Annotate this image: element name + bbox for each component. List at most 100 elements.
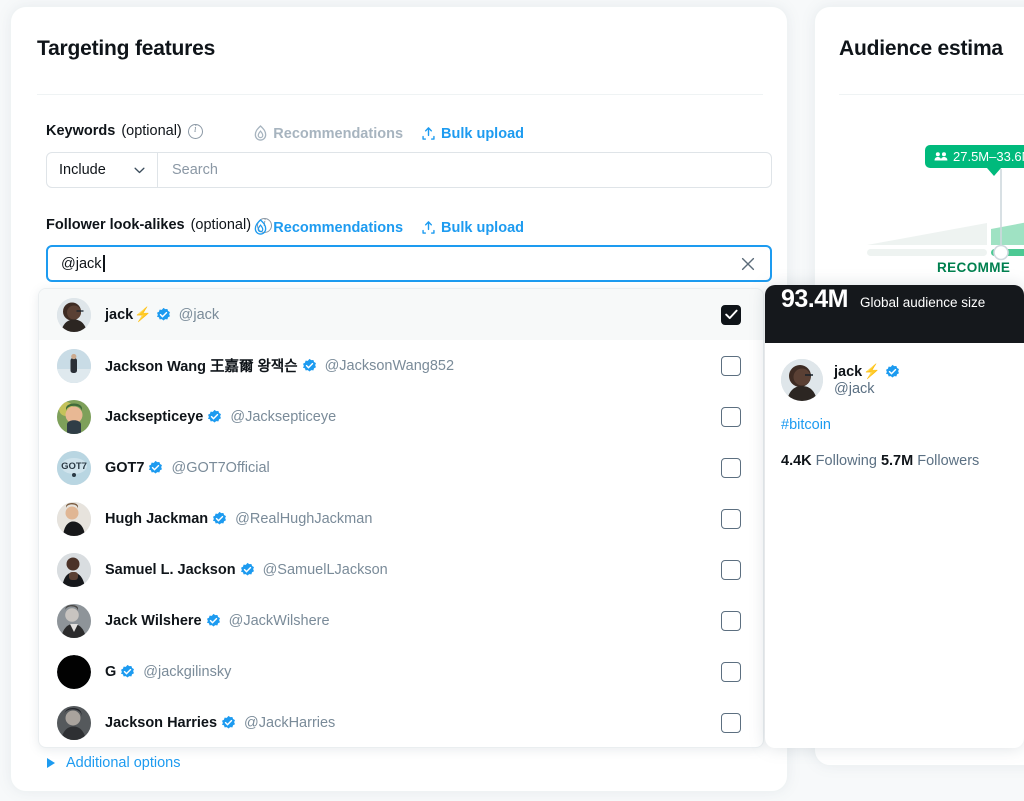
dropdown-item-checkbox[interactable] <box>721 406 741 427</box>
dropdown-item[interactable]: GOT7 GOT7 @GOT7Official <box>39 442 763 493</box>
keywords-include-value: Include <box>59 162 106 178</box>
audience-estimate-value: 27.5M–33.6M <box>953 149 1024 164</box>
dropdown-item-identity: Hugh Jackman @RealHughJackman <box>105 511 372 527</box>
triangle-right-icon <box>47 758 55 768</box>
dropdown-item-name: Hugh Jackman <box>105 510 209 527</box>
verified-badge-icon <box>240 562 254 576</box>
dropdown-item-checkbox[interactable] <box>721 610 741 631</box>
dropdown-item-handle: @jack <box>178 306 220 323</box>
dropdown-item[interactable]: Jacksepticeye @Jacksepticeye <box>39 391 763 442</box>
tooltip-following-count: 4.4K <box>781 453 812 469</box>
follower-lookalikes-label: Follower look-alikes (optional) <box>46 217 273 233</box>
dropdown-item-handle: @JackWilshere <box>228 612 330 629</box>
additional-options-label: Additional options <box>66 755 181 771</box>
keywords-optional-text: (optional) <box>121 123 182 139</box>
verified-badge-icon <box>222 715 236 729</box>
keywords-bulk-upload-button[interactable]: Bulk upload <box>421 126 524 142</box>
avatar <box>57 705 91 740</box>
follower-lookalikes-bulk-upload-button[interactable]: Bulk upload <box>421 220 524 236</box>
tooltip-audience-caption: Global audience size <box>859 295 986 310</box>
follower-lookalikes-input-value: @jack <box>61 254 105 272</box>
dropdown-item-identity: jack ⚡ @jack <box>105 306 219 323</box>
dropdown-item-identity: Jacksepticeye @Jacksepticeye <box>105 409 336 425</box>
dropdown-item-name: G <box>105 663 117 680</box>
dropdown-item-handle: @JackHarries <box>244 714 336 731</box>
dropdown-item-handle: @jackgilinsky <box>143 663 232 680</box>
dropdown-item[interactable]: Samuel L. Jackson @SamuelLJackson <box>39 544 763 595</box>
tooltip-name-text: jack <box>834 363 863 380</box>
dropdown-item[interactable]: Jackson Harries @JackHarries <box>39 697 763 747</box>
dropdown-item-handle: @RealHughJackman <box>235 510 373 527</box>
dropdown-item-checkbox[interactable] <box>721 559 741 580</box>
avatar <box>57 297 91 332</box>
dropdown-item[interactable]: jack ⚡ @jack <box>39 289 763 340</box>
info-icon[interactable] <box>187 123 203 139</box>
dropdown-item-name: Samuel L. Jackson <box>105 561 236 578</box>
verified-badge-icon <box>885 364 899 378</box>
audience-estimate-chart: 27.5M–33.6M RECOMME <box>839 127 1024 277</box>
dropdown-item-handle: @Jacksepticeye <box>230 408 337 425</box>
keywords-recommendations-button[interactable]: Recommendations <box>253 125 403 142</box>
keywords-recommendations-label: Recommendations <box>273 125 404 142</box>
screen: Targeting features Keywords (optional) R… <box>0 0 1024 801</box>
clear-icon[interactable] <box>738 254 758 274</box>
checkmark-icon <box>724 309 738 320</box>
verified-badge-icon <box>121 664 135 678</box>
tooltip-user-stats: 4.4K Following 5.7M Followers <box>781 453 1008 469</box>
dropdown-item-identity: Jack Wilshere @JackWilshere <box>105 613 330 629</box>
verified-badge-icon <box>213 511 227 525</box>
dropdown-item-checkbox[interactable] <box>721 661 741 682</box>
keywords-bulk-upload-label: Bulk upload <box>441 125 524 142</box>
header-divider <box>37 94 763 95</box>
upload-icon <box>422 126 435 140</box>
dropdown-item-name: Jackson Wang 王嘉爾 왕잭슨 <box>105 359 298 375</box>
follower-lookalikes-recommendations-button[interactable]: Recommendations <box>253 219 403 236</box>
additional-options-toggle[interactable]: Additional options <box>47 755 180 771</box>
dropdown-item-checkbox[interactable] <box>721 355 741 376</box>
verified-badge-icon <box>208 409 222 423</box>
dropdown-item-checkbox[interactable] <box>721 457 741 478</box>
recommendations-icon <box>254 219 267 235</box>
audience-people-icon <box>934 152 948 161</box>
verified-badge-icon <box>206 613 220 627</box>
tooltip-audience-header: 93.4M Global audience size <box>765 285 1024 343</box>
audience-divider <box>839 94 1024 95</box>
svg-text:GOT7: GOT7 <box>61 461 87 472</box>
tooltip-body: jack ⚡ @jack #bitcoin 4.4K Following 5.7… <box>765 343 1024 485</box>
dropdown-item[interactable]: G @jackgilinsky <box>39 646 763 697</box>
dropdown-item-checkbox[interactable] <box>721 304 741 325</box>
dropdown-item-identity: G @jackgilinsky <box>105 664 231 680</box>
dropdown-item-checkbox[interactable] <box>721 508 741 529</box>
dropdown-item-identity: GOT7 @GOT7Official <box>105 460 270 476</box>
follower-lookalikes-label-text: Follower look-alikes <box>46 217 185 233</box>
tooltip-following-label: Following <box>815 453 877 469</box>
tooltip-user-handle: @jack <box>834 381 875 397</box>
follower-lookalikes-recommendations-label: Recommendations <box>273 219 404 236</box>
follower-lookalikes-input[interactable]: @jack <box>46 245 772 282</box>
avatar <box>57 603 91 638</box>
audience-estimate-title: Audience estima <box>839 37 1003 60</box>
dropdown-item[interactable]: Jackson Wang 王嘉爾 왕잭슨 @JacksonWang852 <box>39 340 763 391</box>
avatar-image <box>781 359 823 401</box>
keywords-search-input[interactable]: Search <box>158 153 771 187</box>
dropdown-item-name: jack <box>105 306 134 323</box>
dropdown-item-checkbox[interactable] <box>721 712 741 733</box>
verified-badge-icon <box>302 358 316 372</box>
keywords-actions: Recommendations Bulk upload <box>253 125 524 142</box>
avatar <box>57 399 91 434</box>
dropdown-item-handle: @JacksonWang852 <box>324 357 455 374</box>
keywords-label: Keywords (optional) <box>46 123 203 139</box>
audience-estimate-bubble: 27.5M–33.6M <box>925 145 1024 176</box>
avatar <box>57 552 91 587</box>
tooltip-user-bio[interactable]: #bitcoin <box>781 417 1008 433</box>
keywords-label-text: Keywords <box>46 123 116 139</box>
dropdown-item[interactable]: Jack Wilshere @JackWilshere <box>39 595 763 646</box>
dropdown-item-name: Jacksepticeye <box>105 408 204 425</box>
avatar <box>57 654 91 689</box>
keywords-include-select[interactable]: Include <box>47 153 158 187</box>
avatar: GOT7 <box>57 450 91 485</box>
dropdown-item[interactable]: Hugh Jackman @RealHughJackman <box>39 493 763 544</box>
dropdown-item-name: GOT7 <box>105 459 145 476</box>
chevron-down-icon <box>134 167 145 173</box>
profile-hover-tooltip: 93.4M Global audience size jack ⚡ @jack … <box>765 285 1024 748</box>
